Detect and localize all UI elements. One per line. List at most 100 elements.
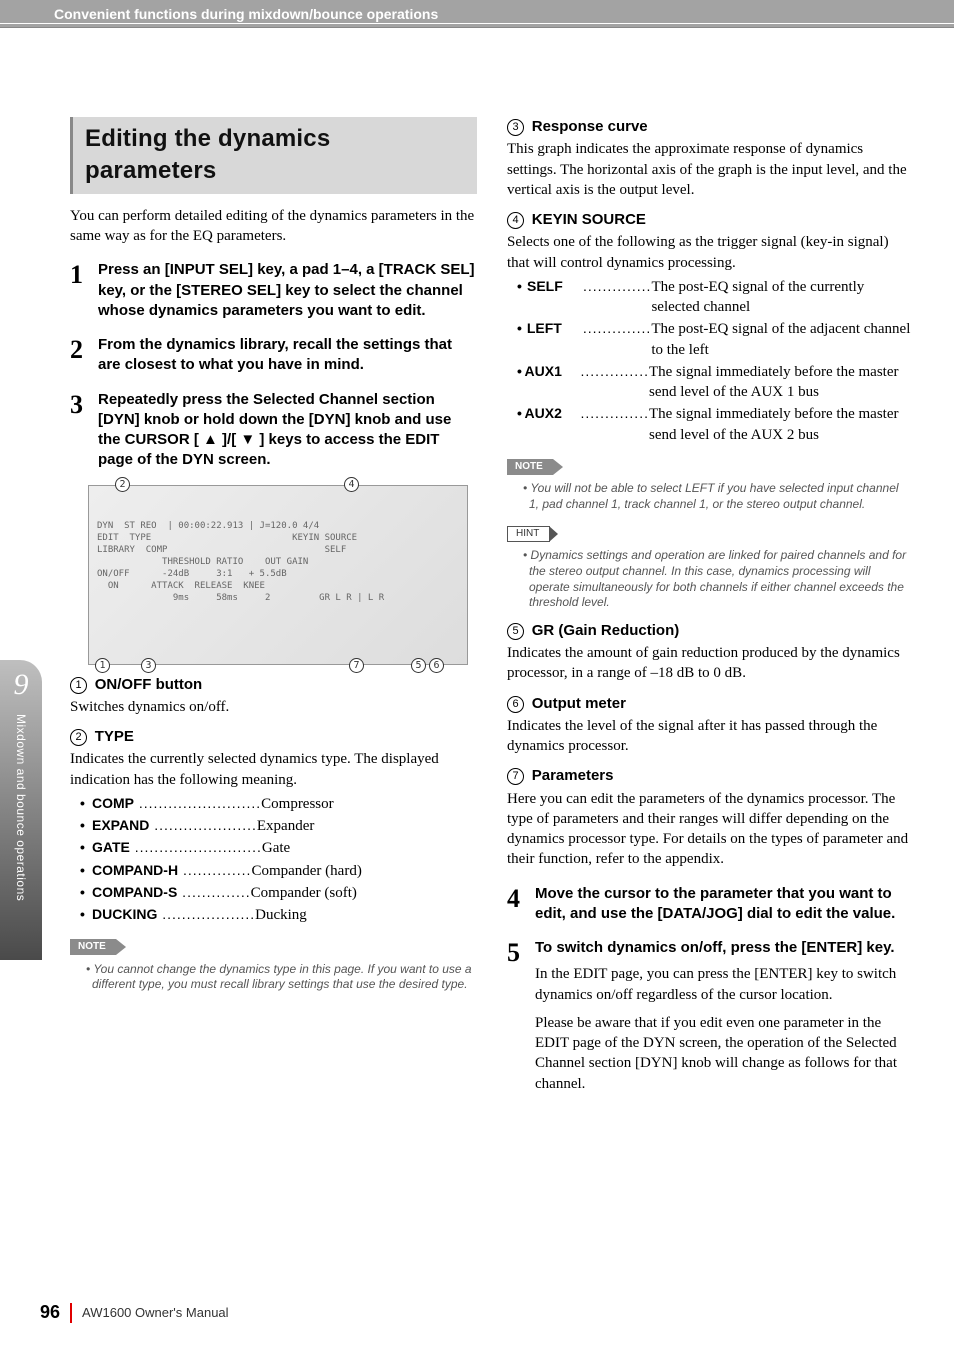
item-parameters: 7 Parameters Here you can edit the param… — [507, 766, 914, 869]
definition: The signal immediately before the master… — [649, 404, 914, 445]
definition: Compressor — [261, 796, 334, 812]
list-item: •LEFT .............. The post-EQ signal … — [517, 319, 914, 360]
bullet-icon: • — [80, 816, 92, 836]
item-type: 2 TYPE Indicates the currently selected … — [70, 727, 477, 790]
item-title: Output meter — [532, 695, 626, 712]
footer: 96 AW1600 Owner's Manual — [40, 1302, 229, 1323]
keyin-list: • SELF .............. The post-EQ signal … — [517, 277, 914, 445]
circled-number: 5 — [507, 623, 524, 640]
hint-box: HINT • Dynamics settings and operation a… — [507, 522, 914, 611]
down-arrow-icon: ▼ — [240, 431, 255, 448]
definition: Expander — [257, 818, 314, 834]
dots: ..................... — [149, 817, 257, 833]
definition: Compander (hard) — [251, 863, 361, 879]
term: DUCKING — [92, 906, 157, 922]
dots: ................... — [157, 906, 255, 922]
note-text: • You cannot change the dynamics type in… — [86, 962, 473, 993]
step-1: 1 Press an [INPUT SEL] key, a pad 1–4, a… — [70, 260, 477, 321]
step-text: To switch dynamics on/off, press the [EN… — [535, 938, 914, 958]
callout-4: 4 — [344, 477, 359, 492]
step-5: 5 To switch dynamics on/off, press the [… — [507, 938, 914, 1094]
definition: Ducking — [255, 907, 307, 923]
callout-2: 2 — [115, 477, 130, 492]
list-item: •AUX1 .............. The signal immediat… — [517, 362, 914, 403]
definition: The signal immediately before the master… — [649, 362, 914, 403]
dots: .............. — [581, 362, 649, 381]
definition: Gate — [262, 840, 290, 856]
step-number: 1 — [70, 260, 98, 321]
circled-number: 7 — [507, 768, 524, 785]
step-4: 4 Move the cursor to the parameter that … — [507, 884, 914, 925]
list-item: •EXPAND .....................Expander — [80, 816, 477, 836]
item-title: Response curve — [532, 118, 648, 135]
list-item: •GATE ..........................Gate — [80, 838, 477, 858]
page-body: Editing the dynamics parameters You can … — [0, 32, 954, 1108]
item-response-curve: 3 Response curve This graph indicates th… — [507, 117, 914, 200]
step-text: Press an [INPUT SEL] key, a pad 1–4, a [… — [98, 260, 477, 321]
step-text: Move the cursor to the parameter that yo… — [535, 884, 914, 925]
item-desc: Indicates the level of the signal after … — [507, 716, 914, 757]
page-number: 96 — [40, 1302, 60, 1323]
term: EXPAND — [92, 817, 149, 833]
term: COMP — [92, 795, 134, 811]
term: COMPAND-S — [92, 884, 177, 900]
dots: .............. — [581, 404, 649, 423]
note-box: NOTE • You cannot change the dynamics ty… — [70, 935, 477, 992]
section-title: Editing the dynamics parameters — [85, 123, 467, 188]
divider-icon — [70, 1303, 72, 1323]
item-title: ON/OFF button — [95, 676, 202, 693]
hint-label: HINT — [507, 526, 550, 542]
dots: .............. — [583, 319, 651, 338]
callout-6: 6 — [429, 658, 444, 673]
note-text: • You will not be able to select LEFT if… — [523, 481, 910, 512]
list-item: •AUX2 .............. The signal immediat… — [517, 404, 914, 445]
bullet-icon: • — [80, 905, 92, 925]
term: COMPAND-H — [92, 862, 178, 878]
item-desc: Selects one of the following as the trig… — [507, 232, 914, 273]
term: AUX1 — [525, 362, 581, 381]
term: AUX2 — [525, 404, 581, 423]
lead-paragraph: You can perform detailed editing of the … — [70, 206, 477, 247]
step-number: 5 — [507, 938, 535, 1094]
bullet-icon: • — [80, 794, 92, 814]
type-list: •COMP .........................Compresso… — [80, 794, 477, 926]
step-number: 2 — [70, 335, 98, 376]
chapter-number: 9 — [0, 660, 42, 702]
item-title: Parameters — [532, 767, 614, 784]
side-chapter-tab: 9 Mixdown and bounce operations — [0, 660, 42, 960]
step-2: 2 From the dynamics library, recall the … — [70, 335, 477, 376]
hint-text: • Dynamics settings and operation are li… — [523, 548, 910, 610]
list-item: •DUCKING ...................Ducking — [80, 905, 477, 925]
circled-number: 4 — [507, 212, 524, 229]
list-item: •COMP .........................Compresso… — [80, 794, 477, 814]
chapter-label: Mixdown and bounce operations — [14, 714, 28, 901]
bullet-icon: • — [80, 861, 92, 881]
note-box: NOTE • You will not be able to select LE… — [507, 455, 914, 512]
list-item: •COMPAND-S ..............Compander (soft… — [80, 883, 477, 903]
circled-number: 2 — [70, 729, 87, 746]
manual-name: AW1600 Owner's Manual — [82, 1305, 229, 1320]
definition: The post-EQ signal of the currently sele… — [651, 277, 914, 318]
callout-7: 7 — [349, 658, 364, 673]
header-bar: Convenient functions during mixdown/boun… — [0, 0, 954, 28]
item-title: TYPE — [95, 728, 134, 745]
bullet-icon: • — [517, 404, 525, 423]
section-heading: Editing the dynamics parameters — [70, 117, 477, 194]
bullet-icon: • — [80, 883, 92, 903]
term: GATE — [92, 839, 130, 855]
list-item: •COMPAND-H ..............Compander (hard… — [80, 861, 477, 881]
dots: .............. — [583, 277, 651, 296]
item-onoff: 1 ON/OFF button Switches dynamics on/off… — [70, 675, 477, 718]
bullet-icon: • — [517, 362, 525, 381]
term: LEFT — [527, 319, 583, 338]
item-desc: Here you can edit the parameters of the … — [507, 789, 914, 870]
bullet-icon: • — [517, 319, 527, 338]
right-column: 3 Response curve This graph indicates th… — [507, 117, 914, 1108]
term: SELF — [527, 277, 583, 296]
callout-3: 3 — [141, 658, 156, 673]
dyn-edit-screenshot: 2 4 1 3 7 5 6 DYN ST REO | 00:00:22.913 … — [88, 485, 468, 665]
item-title: GR (Gain Reduction) — [532, 622, 680, 639]
item-desc: Indicates the currently selected dynamic… — [70, 749, 477, 790]
step3-mid: ]/[ — [218, 431, 241, 448]
item-desc: Indicates the amount of gain reduction p… — [507, 643, 914, 684]
